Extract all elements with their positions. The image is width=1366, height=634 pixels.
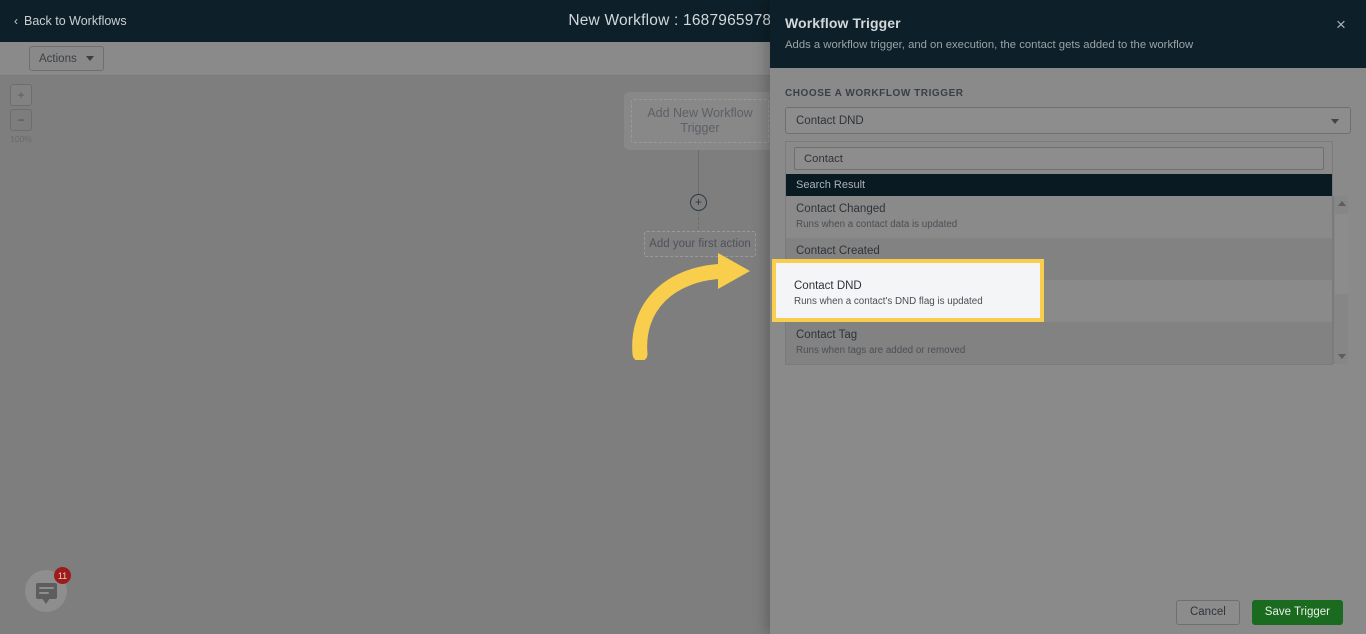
trigger-select[interactable]: Contact DND — [785, 107, 1351, 134]
connector-line — [698, 150, 699, 194]
close-icon[interactable]: × — [1332, 16, 1350, 33]
actions-dropdown-label: Actions — [39, 52, 77, 65]
highlight-title: Contact DND — [794, 280, 862, 292]
scrollbar-thumb[interactable] — [1335, 214, 1348, 294]
trigger-dropdown: Search Result Contact Changed Runs when … — [785, 141, 1348, 365]
chat-unread-badge: 11 — [54, 567, 71, 584]
workflow-trigger-node[interactable]: Add New Workflow Trigger — [624, 92, 776, 150]
zoom-in-button[interactable]: + — [10, 84, 32, 106]
dropdown-scrollbar[interactable] — [1333, 196, 1348, 364]
result-desc: Runs when tags are added or removed — [796, 345, 966, 356]
zoom-out-button[interactable]: − — [10, 109, 32, 131]
chat-line-2 — [38, 592, 49, 594]
highlight-callout-contact-dnd[interactable]: Contact DND Runs when a contact's DND fl… — [772, 259, 1044, 322]
chevron-down-icon — [85, 56, 94, 61]
add-trigger-label: Add New Workflow Trigger — [631, 99, 769, 143]
result-desc: Runs when a contact data is updated — [796, 219, 958, 230]
zoom-controls: + − 100% — [10, 84, 32, 144]
list-item[interactable]: Contact Tag Runs when tags are added or … — [786, 322, 1332, 364]
result-title: Contact Created — [796, 245, 880, 257]
result-title: Contact Changed — [796, 203, 886, 215]
chat-widget[interactable]: 11 — [25, 567, 71, 612]
zoom-level-label: 100% — [10, 134, 32, 144]
dropdown-search-row — [786, 142, 1332, 174]
trigger-select-value: Contact DND — [796, 114, 864, 127]
search-input[interactable] — [794, 147, 1324, 170]
panel-header: Workflow Trigger Adds a workflow trigger… — [770, 0, 1366, 68]
chat-bubble-icon — [35, 583, 57, 604]
scroll-up-arrow-icon[interactable] — [1338, 201, 1346, 206]
panel-title: Workflow Trigger — [785, 15, 901, 31]
chat-line-1 — [38, 587, 54, 589]
list-item[interactable]: Contact Changed Runs when a contact data… — [786, 196, 1332, 238]
actions-dropdown-button[interactable]: Actions — [29, 46, 104, 71]
annotation-arrow-icon — [632, 253, 750, 360]
search-result-header: Search Result — [786, 174, 1332, 196]
screen: ‹ Back to Workflows New Workflow : 16879… — [0, 0, 1366, 634]
panel-body: CHOOSE A WORKFLOW TRIGGER Contact DND — [770, 68, 1366, 134]
panel-subtitle: Adds a workflow trigger, and on executio… — [785, 39, 1194, 51]
cancel-button[interactable]: Cancel — [1175, 599, 1240, 625]
scroll-down-arrow-icon[interactable] — [1338, 354, 1346, 359]
highlight-desc: Runs when a contact's DND flag is update… — [794, 296, 983, 307]
chevron-down-icon — [1331, 119, 1339, 124]
result-title: Contact Tag — [796, 329, 858, 341]
choose-trigger-label: CHOOSE A WORKFLOW TRIGGER — [785, 88, 964, 99]
save-trigger-button[interactable]: Save Trigger — [1251, 599, 1343, 625]
add-step-button[interactable]: + — [690, 194, 707, 211]
panel-footer: Cancel Save Trigger — [770, 590, 1366, 634]
